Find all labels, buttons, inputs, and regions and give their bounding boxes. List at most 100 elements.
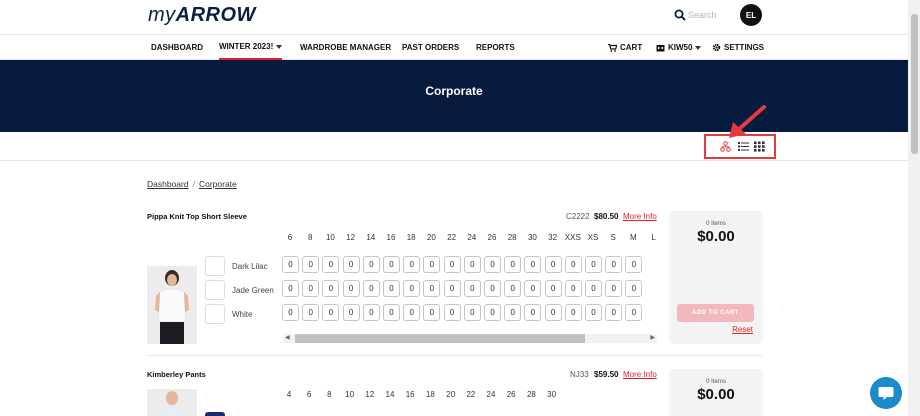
quantity-input[interactable]: 0 — [625, 256, 643, 273]
quantity-input[interactable]: 0 — [484, 280, 501, 297]
quantity-input[interactable]: 0 — [362, 304, 380, 321]
quantity-input[interactable]: 0 — [524, 280, 542, 297]
quantity-input[interactable]: 0 — [544, 280, 562, 297]
product-cart-summary: 0 Items $0.00 — [669, 369, 763, 416]
quantity-input[interactable]: 0 — [282, 256, 299, 273]
quantity-input[interactable]: 0 — [605, 304, 623, 321]
quantity-input[interactable]: 0 — [504, 280, 522, 297]
quantity-input[interactable]: 0 — [423, 304, 441, 321]
quantity-input[interactable]: 0 — [544, 256, 562, 273]
size-label: 20 — [446, 390, 456, 399]
quantity-input[interactable]: 0 — [302, 280, 320, 297]
quantity-input[interactable]: 0 — [564, 280, 582, 297]
quantity-input[interactable]: 0 — [605, 280, 623, 297]
quantity-input[interactable]: 0 — [302, 256, 320, 273]
quantity-input[interactable]: 0 — [564, 256, 582, 273]
color-swatch-dark-lilac[interactable] — [205, 256, 225, 276]
nav-settings[interactable]: SETTINGS — [712, 35, 764, 60]
search-icon[interactable] — [674, 9, 686, 21]
avatar[interactable]: EL — [740, 4, 762, 26]
scroll-left-icon[interactable]: ◀ — [285, 334, 290, 343]
reset-link[interactable]: Reset — [732, 325, 753, 334]
quantity-input[interactable]: 0 — [342, 280, 360, 297]
quantity-input[interactable]: 0 — [463, 256, 481, 273]
size-label: 24 — [467, 233, 477, 242]
quantity-input[interactable]: 0 — [463, 280, 481, 297]
color-swatch-white[interactable] — [205, 304, 225, 324]
quantity-input[interactable]: 0 — [484, 304, 501, 321]
quantity-input[interactable]: 0 — [564, 304, 582, 321]
quantity-input[interactable]: 0 — [443, 304, 461, 321]
list-view-icon[interactable] — [738, 141, 749, 152]
color-swatch-navy[interactable] — [205, 412, 225, 416]
chat-button[interactable] — [870, 377, 902, 409]
quantity-input[interactable]: 0 — [302, 304, 320, 321]
quantity-input[interactable]: 0 — [322, 256, 340, 273]
quantity-input[interactable]: 0 — [605, 256, 623, 273]
quantity-input[interactable]: 0 — [625, 280, 643, 297]
quantity-input[interactable]: 0 — [443, 256, 461, 273]
search-input[interactable] — [688, 7, 728, 23]
scrollbar-thumb[interactable] — [295, 334, 585, 343]
quantity-input[interactable]: 0 — [282, 280, 299, 297]
logo[interactable]: myARROW — [148, 4, 256, 27]
quantity-input[interactable]: 0 — [524, 304, 542, 321]
nav-winter-2023[interactable]: WINTER 2023! — [219, 35, 283, 60]
quantity-input[interactable]: 0 — [403, 280, 421, 297]
quantity-input[interactable]: 0 — [585, 256, 602, 273]
quantity-input[interactable]: 0 — [362, 280, 380, 297]
size-label: 22 — [466, 390, 476, 399]
color-swatch-jade-green[interactable] — [205, 280, 225, 300]
quantity-input[interactable]: 0 — [524, 256, 542, 273]
scroll-right-icon[interactable]: ▶ — [650, 334, 655, 343]
quantity-input[interactable]: 0 — [484, 256, 501, 273]
quantity-input[interactable]: 0 — [282, 304, 299, 321]
quantity-input[interactable]: 0 — [423, 256, 441, 273]
quantity-input[interactable]: 0 — [463, 304, 481, 321]
grid-view-icon[interactable] — [754, 141, 765, 152]
add-to-cart-button[interactable]: ADD TO CART — [677, 304, 754, 322]
product-code: NJ33 — [570, 370, 589, 379]
quantity-input[interactable]: 0 — [585, 280, 602, 297]
breadcrumb-corporate[interactable]: Corporate — [199, 179, 237, 189]
page-scrollbar-thumb[interactable] — [911, 14, 918, 154]
nav-reports[interactable]: REPORTS — [476, 35, 515, 60]
more-info-link[interactable]: More Info — [623, 370, 657, 379]
size-label: L — [651, 233, 656, 242]
quantity-input[interactable]: 0 — [342, 256, 360, 273]
nav-wardrobe-manager[interactable]: WARDROBE MANAGER — [300, 35, 391, 60]
quantity-input[interactable]: 0 — [423, 280, 441, 297]
cart-icon — [608, 43, 617, 52]
cart-total: $0.00 — [697, 386, 735, 403]
nav-dashboard[interactable]: DASHBOARD — [151, 35, 203, 60]
quantity-input[interactable]: 0 — [544, 304, 562, 321]
breadcrumb: Dashboard / Corporate — [147, 179, 237, 189]
quantity-input[interactable]: 0 — [342, 304, 360, 321]
chat-icon — [878, 387, 894, 400]
product-name[interactable]: Pippa Knit Top Short Sleeve — [147, 212, 247, 221]
quantity-input[interactable]: 0 — [383, 256, 400, 273]
quantity-input[interactable]: 0 — [585, 304, 602, 321]
quantity-input[interactable]: 0 — [362, 256, 380, 273]
nav-account[interactable]: KIW50 — [656, 35, 702, 60]
quantity-input[interactable]: 0 — [403, 256, 421, 273]
quantity-input[interactable]: 0 — [383, 280, 400, 297]
product-name[interactable]: Kimberley Pants — [147, 370, 206, 379]
hierarchy-view-icon[interactable] — [720, 141, 731, 152]
model-photo — [147, 389, 197, 416]
quantity-input[interactable]: 0 — [383, 304, 400, 321]
quantity-input[interactable]: 0 — [625, 304, 643, 321]
size-label: S — [610, 233, 616, 242]
nav-past-orders[interactable]: PAST ORDERS — [402, 35, 459, 60]
quantity-scrollbar[interactable]: ◀ ▶ — [283, 334, 657, 343]
more-info-link[interactable]: More Info — [623, 212, 657, 221]
size-label: 6 — [306, 390, 312, 399]
nav-cart[interactable]: CART — [608, 35, 642, 60]
quantity-input[interactable]: 0 — [322, 304, 340, 321]
quantity-input[interactable]: 0 — [443, 280, 461, 297]
quantity-input[interactable]: 0 — [504, 256, 522, 273]
quantity-input[interactable]: 0 — [322, 280, 340, 297]
quantity-input[interactable]: 0 — [403, 304, 421, 321]
breadcrumb-dashboard[interactable]: Dashboard — [147, 179, 189, 189]
quantity-input[interactable]: 0 — [504, 304, 522, 321]
